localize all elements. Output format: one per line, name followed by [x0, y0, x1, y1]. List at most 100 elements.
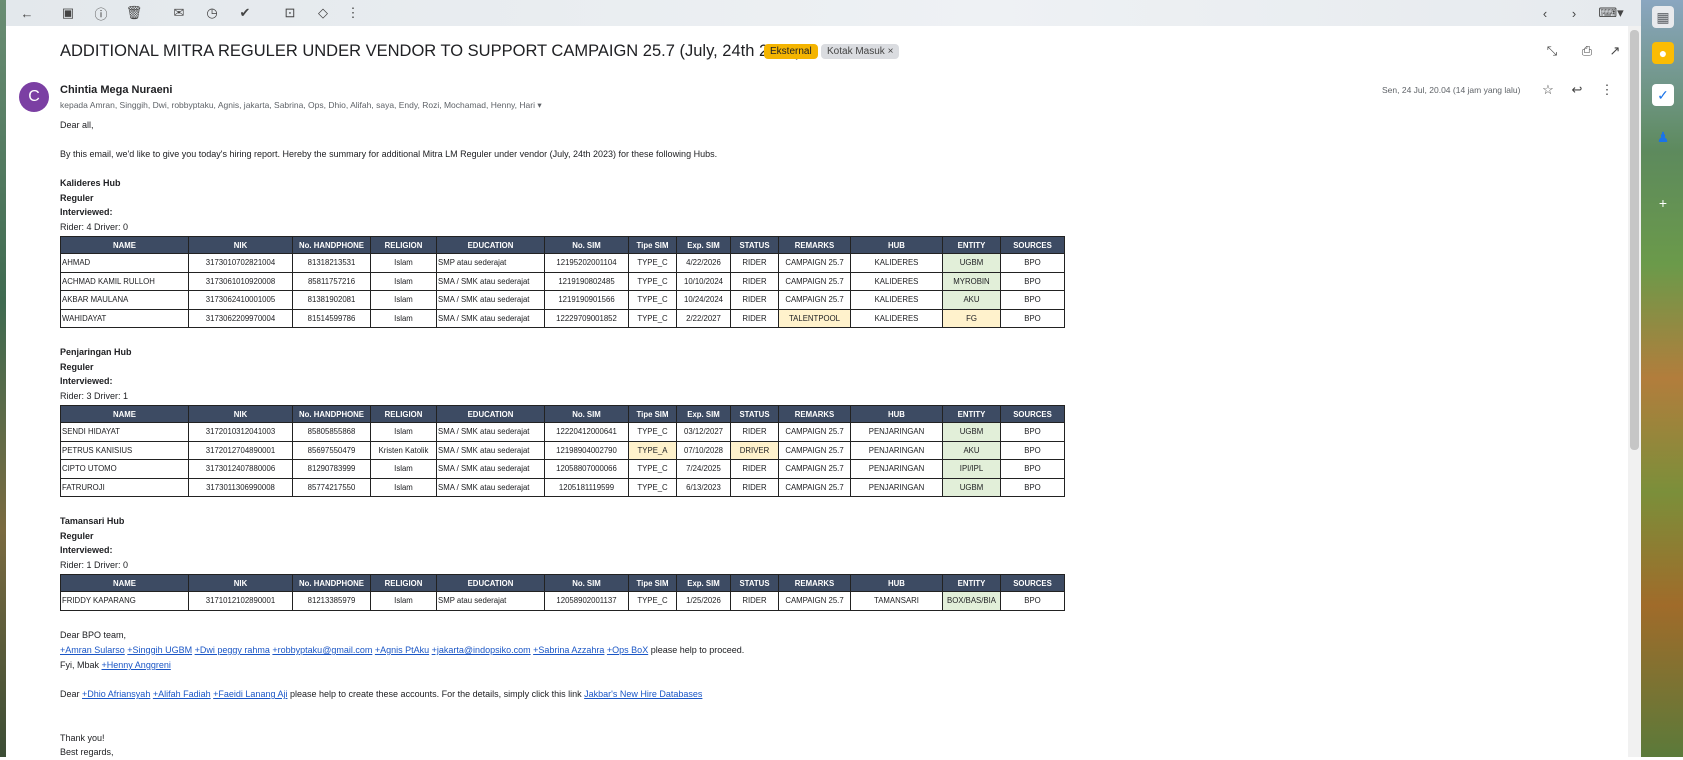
table-row: AHMAD 3173010702821004 81318213531 Islam SMP… [60, 253, 1065, 273]
snooze-icon[interactable]: ◷ [201, 2, 223, 24]
table-cell: 3172010312041003 [188, 422, 293, 442]
mention-link[interactable]: +Henny Anggreni [102, 660, 171, 670]
mention-link[interactable]: +Amran Sularso [60, 645, 125, 655]
table-cell: 1205181119599 [544, 477, 629, 497]
add-task-icon[interactable]: ✔ [234, 2, 256, 24]
table-cell: SMA / SMK atau sederajat [436, 477, 545, 497]
table-cell: Islam [370, 271, 437, 291]
table-cell: TAMANSARI [850, 591, 943, 611]
table-cell: BPO [1000, 253, 1065, 273]
table-cell: KALIDERES [850, 290, 943, 310]
mention-link[interactable]: +Dwi peggy rahma [195, 645, 270, 655]
rider-driver-count: Rider: 1 Driver: 0 [60, 559, 129, 570]
mention-link[interactable]: +Ops BoX [607, 645, 648, 655]
mention-link[interactable]: +Sabrina Azzahra [533, 645, 604, 655]
recipients-text: kepada Amran, Singgih, Dwi, robbyptaku, … [60, 100, 535, 110]
rider-driver-count: Rider: 4 Driver: 0 [60, 221, 129, 232]
open-new-window-icon[interactable]: ↗ [1606, 43, 1624, 59]
avatar[interactable]: C [19, 82, 49, 112]
add-addon-icon[interactable]: + [1652, 192, 1674, 214]
table-row: PETRUS KANISIUS 3172012704890001 856975504… [60, 440, 1065, 460]
rider-driver-count: Rider: 3 Driver: 1 [60, 390, 129, 401]
external-badge: Eksternal [764, 44, 818, 59]
delete-icon[interactable]: 🗑 [123, 2, 145, 24]
table-cell: BPO [1000, 591, 1065, 611]
column-header: SOURCES [1000, 405, 1065, 423]
spam-icon[interactable]: ⓘ [90, 2, 112, 24]
proceed-text: please help to proceed. [650, 645, 745, 655]
hub-title: Penjaringan Hub [60, 347, 132, 357]
label-icon[interactable]: ◇ [312, 2, 334, 24]
table-cell: IPI/IPL [942, 459, 1001, 479]
table-cell: BPO [1000, 459, 1065, 479]
inbox-label[interactable]: Kotak Masuk × [821, 44, 900, 59]
table-cell: SMA / SMK atau sederajat [436, 459, 545, 479]
move-icon[interactable]: ⊡ [279, 2, 301, 24]
table-cell: 85774217550 [292, 477, 371, 497]
column-header: HUB [850, 236, 943, 254]
email-date: Sen, 24 Jul, 20.04 (14 jam yang lalu) [1382, 85, 1521, 95]
bpo-mentions-line: +Amran Sularso +Singgih UGBM +Dwi peggy … [60, 643, 744, 658]
contacts-icon[interactable]: ♟ [1652, 126, 1674, 148]
more-icon[interactable]: ⋮ [342, 2, 364, 24]
prev-icon[interactable]: ‹ [1534, 2, 1556, 24]
calendar-icon[interactable]: ▦ [1652, 6, 1674, 28]
keyboard-icon[interactable]: ⌨▾ [1596, 2, 1626, 24]
table-cell: CAMPAIGN 25.7 [778, 477, 851, 497]
table-cell: 3173061010920008 [188, 271, 293, 291]
column-header: NIK [188, 405, 293, 423]
table-cell: 81381902081 [292, 290, 371, 310]
star-icon[interactable]: ☆ [1539, 82, 1557, 98]
mention-link[interactable]: +Agnis PtAku [375, 645, 429, 655]
table-cell: CAMPAIGN 25.7 [778, 422, 851, 442]
table-cell: 10/10/2024 [676, 271, 731, 291]
table-row: AKBAR MAULANA 3173062410001005 81381902081… [60, 290, 1065, 310]
mention-link[interactable]: +Faeidi Lanang Aji [213, 689, 287, 699]
table-cell: BOX/BAS/BIA [942, 591, 1001, 611]
table-cell: 2/22/2027 [676, 308, 731, 328]
table-cell: BPO [1000, 271, 1065, 291]
column-header: SOURCES [1000, 574, 1065, 592]
table-cell: 10/24/2024 [676, 290, 731, 310]
sender-name[interactable]: Chintia Mega Nuraeni [60, 84, 172, 96]
tasks-icon[interactable]: ✓ [1652, 84, 1674, 106]
column-header: NAME [60, 236, 189, 254]
table-cell: Islam [370, 459, 437, 479]
interviewed-label: Interviewed: [60, 207, 113, 217]
print-icon[interactable]: ⎙ [1578, 43, 1596, 59]
thanks-text: Thank you! [60, 733, 105, 743]
reply-icon[interactable]: ↩ [1568, 82, 1586, 98]
dear-text: Dear [60, 689, 80, 699]
mention-link[interactable]: +Alifah Fadiah [153, 689, 211, 699]
mention-link[interactable]: +robbyptaku@gmail.com [272, 645, 372, 655]
scrollbar[interactable] [1628, 26, 1641, 757]
table-cell: SMA / SMK atau sederajat [436, 308, 545, 328]
hub-title: Tamansari Hub [60, 516, 125, 526]
hub-title: Kalideres Hub [60, 178, 121, 188]
table-cell: 12220412000641 [544, 422, 629, 442]
table-cell: 81290783999 [292, 459, 371, 479]
collapse-icon[interactable]: ⤡ [1543, 43, 1561, 59]
column-header: HUB [850, 574, 943, 592]
database-link[interactable]: Jakbar's New Hire Databases [584, 689, 702, 699]
table-cell: CAMPAIGN 25.7 [778, 253, 851, 273]
fyi-text: Fyi, Mbak [60, 660, 100, 670]
mention-link[interactable]: +jakarta@indopsiko.com [432, 645, 531, 655]
close-icon[interactable]: × [888, 46, 894, 57]
back-icon[interactable]: ← [16, 2, 38, 24]
more-vert-icon[interactable]: ⋮ [1598, 82, 1616, 98]
mention-link[interactable]: +Singgih UGBM [127, 645, 192, 655]
table-cell: TYPE_C [628, 271, 677, 291]
mark-unread-icon[interactable]: ✉ [168, 2, 190, 24]
table-row: ACHMAD KAMIL RULLOH 3173061010920008 85811… [60, 271, 1065, 291]
table-cell: 4/22/2026 [676, 253, 731, 273]
table-cell: 3172012704890001 [188, 440, 293, 460]
scrollbar-thumb[interactable] [1630, 30, 1639, 450]
mention-link[interactable]: +Dhio Afriansyah [82, 689, 150, 699]
next-icon[interactable]: › [1563, 2, 1585, 24]
chevron-down-icon[interactable]: ▾ [537, 100, 541, 110]
keep-icon[interactable]: ● [1652, 42, 1674, 64]
recipients[interactable]: kepada Amran, Singgih, Dwi, robbyptaku, … [60, 100, 542, 111]
archive-icon[interactable]: ▣ [57, 2, 79, 24]
column-header: No. SIM [544, 574, 629, 592]
